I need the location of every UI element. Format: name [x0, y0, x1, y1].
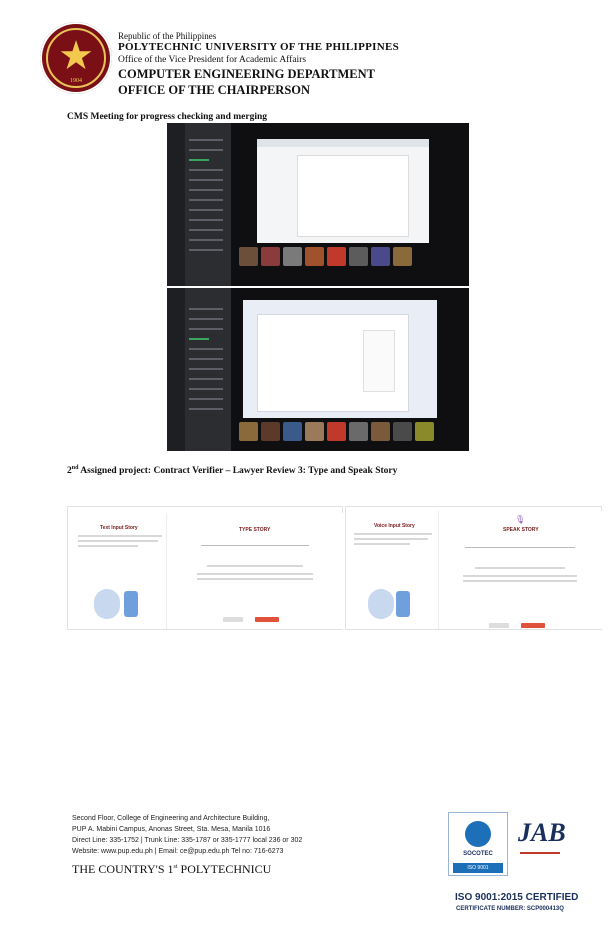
- address-line-1: Second Floor, College of Engineering and…: [72, 815, 270, 822]
- office-name: OFFICE OF THE CHAIRPERSON: [118, 83, 311, 97]
- university-seal: ★ 1904: [40, 22, 112, 94]
- cancel-button[interactable]: [489, 623, 509, 628]
- shared-screen: [257, 139, 429, 243]
- robot-icon: [368, 589, 394, 619]
- type-story-title: TYPE STORY: [239, 527, 271, 533]
- phone-icon: [396, 591, 410, 617]
- iso-certified: ISO 9001:2015 CERTIFIED: [455, 892, 579, 903]
- server-rail: [167, 288, 185, 451]
- meeting-screenshot-1: [167, 123, 469, 286]
- address-line-2: PUP A. Mabini Campus, Anonas Street, Sta…: [72, 826, 271, 833]
- tagline: THE COUNTRY'S 1st POLYTECHNICU: [72, 862, 272, 876]
- socotec-logo-icon: [465, 821, 491, 847]
- speak-story-title: SPEAK STORY: [503, 527, 539, 533]
- start-typing-button[interactable]: [255, 617, 279, 622]
- start-speaking-button[interactable]: [521, 623, 545, 628]
- participant-tiles: [239, 422, 434, 441]
- section1-title: CMS Meeting for progress checking and me…: [67, 112, 268, 122]
- participant-tiles: [239, 247, 412, 266]
- country-line: Republic of the Philippines: [118, 31, 217, 41]
- socotec-badge: SOCOTEC ISO 9001: [448, 812, 508, 876]
- microphone-icon: 🎙: [515, 515, 526, 524]
- university-name: POLYTECHNIC UNIVERSITY OF THE PHILIPPINE…: [118, 41, 400, 53]
- seal-year: 1904: [70, 78, 82, 84]
- robot-icon: [94, 589, 120, 619]
- certificate-number: CERTIFICATE NUMBER: SCP000413Q: [456, 906, 564, 912]
- web-email: Website: www.pup.edu.ph | Email: ce@pup.…: [72, 848, 284, 855]
- section2-title: 2nd Assigned project: Contract Verifier …: [67, 465, 398, 477]
- department-name: COMPUTER ENGINEERING DEPARTMENT: [118, 67, 375, 81]
- type-story-image: Text Input Story TYPE STORY: [67, 506, 343, 630]
- phone-icon: [124, 591, 138, 617]
- channel-list: [185, 123, 231, 286]
- speak-story-image: Voice Input Story 🎙 SPEAK STORY: [345, 506, 602, 630]
- shared-screen: [243, 300, 437, 418]
- star-icon: ★: [58, 33, 94, 78]
- voice-input-title: Voice Input Story: [374, 523, 415, 529]
- text-input-title: Text Input Story: [100, 525, 138, 531]
- phone-lines: Direct Line: 335-1752 | Trunk Line: 335-…: [72, 837, 303, 844]
- meeting-screenshot-2: [167, 288, 469, 451]
- cancel-button[interactable]: [223, 617, 243, 622]
- server-rail: [167, 123, 185, 286]
- jab-badge: JAB: [512, 812, 568, 876]
- office-vp: Office of the Vice President for Academi…: [118, 55, 307, 65]
